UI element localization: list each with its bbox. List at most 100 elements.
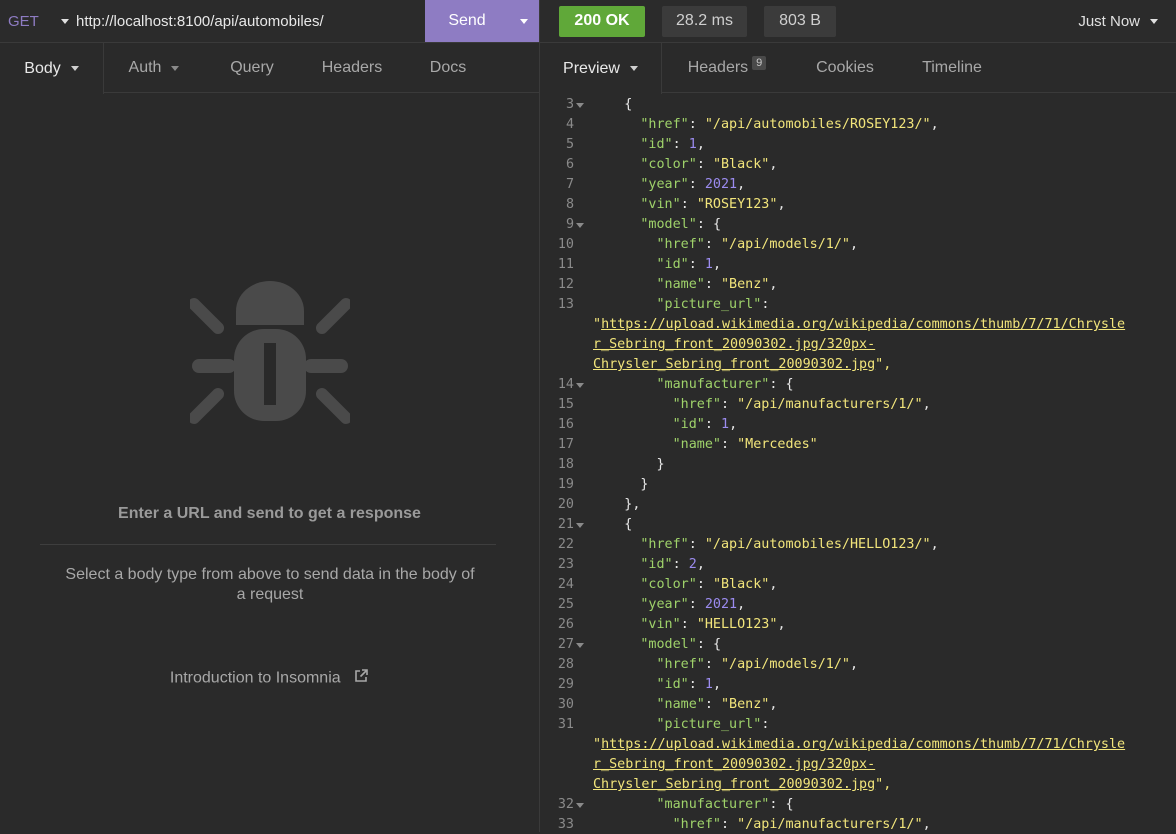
chevron-down-icon[interactable] — [509, 18, 539, 24]
response-tabs: Preview Headers 9 Cookies Timeline — [540, 43, 1176, 94]
code-url-text[interactable]: "https://upload.wikimedia.org/wikipedia/… — [593, 315, 1125, 335]
chevron-down-icon — [171, 65, 180, 71]
tab-timeline[interactable]: Timeline — [898, 43, 1006, 93]
code-text: "href": "/api/manufacturers/1/", — [672, 397, 931, 412]
code-text: "href": "/api/models/1/", — [656, 237, 859, 252]
send-button[interactable]: Send — [425, 0, 539, 42]
code-text: } — [640, 477, 649, 492]
code-url-text[interactable]: Chrysler_Sebring_front_20090302.jpg", — [593, 775, 891, 795]
response-history-dropdown[interactable]: Just Now — [1078, 0, 1158, 42]
code-text: "color": "Black", — [640, 577, 778, 592]
response-meta: 200 OK 28.2 ms 803 B Just Now — [540, 0, 1176, 42]
code-line: 31 "picture_url": — [540, 715, 1176, 735]
fold-toggle-icon[interactable] — [576, 383, 584, 388]
tab-auth-label: Auth — [128, 59, 162, 76]
code-text: { — [624, 97, 633, 112]
code-line: 15 "href": "/api/manufacturers/1/", — [540, 395, 1176, 415]
line-number: 5 — [565, 137, 574, 152]
request-pane: Body Auth Query Headers Docs Enter a URL… — [0, 42, 539, 832]
line-number: 30 — [557, 697, 574, 712]
code-text: "id": 2, — [640, 557, 705, 572]
code-url-text[interactable]: r_Sebring_front_20090302.jpg/320px- — [593, 755, 875, 775]
history-label: Just Now — [1078, 12, 1140, 30]
code-line: 30 "name": "Benz", — [540, 695, 1176, 715]
line-number: 9 — [565, 217, 574, 232]
line-number: 6 — [565, 157, 574, 172]
code-line: 24 "color": "Black", — [540, 575, 1176, 595]
tab-preview[interactable]: Preview — [540, 43, 662, 94]
code-line: 4 "href": "/api/automobiles/ROSEY123/", — [540, 115, 1176, 135]
line-number: 31 — [557, 717, 574, 732]
code-line: 7 "year": 2021, — [540, 175, 1176, 195]
line-number: 28 — [557, 657, 574, 672]
line-number: 13 — [557, 297, 574, 312]
method-select[interactable]: GET — [0, 0, 56, 42]
code-line: 29 "id": 1, — [540, 675, 1176, 695]
code-line: 18 } — [540, 455, 1176, 475]
intro-link-label: Introduction to Insomnia — [169, 669, 341, 687]
line-number: 26 — [557, 617, 574, 632]
code-text: "id": 1, — [640, 137, 705, 152]
chevron-down-icon — [629, 66, 638, 71]
tab-cookies[interactable]: Cookies — [792, 43, 898, 93]
tab-response-headers[interactable]: Headers 9 — [662, 43, 792, 93]
code-text: "href": "/api/models/1/", — [656, 657, 859, 672]
code-text: "manufacturer": { — [656, 797, 794, 812]
tab-headers[interactable]: Headers — [300, 43, 404, 93]
code-line: 17 "name": "Mercedes" — [540, 435, 1176, 455]
fold-toggle-icon[interactable] — [576, 803, 584, 808]
tab-docs[interactable]: Docs — [404, 43, 492, 93]
code-line: 20 }, — [540, 495, 1176, 515]
code-line: 27 "model": { — [540, 635, 1176, 655]
code-text: "vin": "HELLO123", — [640, 617, 786, 632]
chevron-down-icon — [1150, 18, 1158, 24]
tab-query[interactable]: Query — [204, 43, 300, 93]
code-text: "href": "/api/manufacturers/1/", — [672, 817, 931, 832]
tab-body[interactable]: Body — [0, 43, 104, 94]
code-line: "https://upload.wikimedia.org/wikipedia/… — [540, 735, 1176, 755]
line-number: 15 — [557, 397, 574, 412]
code-line: 32 "manufacturer": { — [540, 795, 1176, 815]
intro-link[interactable]: Introduction to Insomnia — [0, 668, 539, 689]
line-number: 22 — [557, 537, 574, 552]
bug-icon — [187, 273, 353, 433]
code-line: 11 "id": 1, — [540, 255, 1176, 275]
code-text: "vin": "ROSEY123", — [640, 197, 786, 212]
fold-toggle-icon[interactable] — [576, 523, 584, 528]
code-text: "picture_url": — [656, 717, 770, 732]
line-number: 12 — [557, 277, 574, 292]
code-url-text[interactable]: r_Sebring_front_20090302.jpg/320px- — [593, 335, 875, 355]
line-number: 7 — [565, 177, 574, 192]
fold-toggle-icon[interactable] — [576, 103, 584, 108]
url-input[interactable]: http://localhost:8100/api/automobiles/ — [74, 0, 425, 42]
line-number: 17 — [557, 437, 574, 452]
line-number: 29 — [557, 677, 574, 692]
code-line: 28 "href": "/api/models/1/", — [540, 655, 1176, 675]
code-text: "color": "Black", — [640, 157, 778, 172]
code-text: "year": 2021, — [640, 597, 746, 612]
empty-state-divider — [40, 544, 496, 545]
line-number: 33 — [557, 817, 574, 832]
empty-state-title: Enter a URL and send to get a response — [118, 505, 421, 522]
chevron-down-icon[interactable] — [56, 0, 74, 42]
code-text: "name": "Benz", — [656, 277, 778, 292]
code-line: 12 "name": "Benz", — [540, 275, 1176, 295]
code-url-text[interactable]: "https://upload.wikimedia.org/wikipedia/… — [593, 735, 1125, 755]
tab-preview-label: Preview — [563, 59, 620, 77]
code-text: "model": { — [640, 217, 721, 232]
code-line: 21 { — [540, 515, 1176, 535]
external-link-icon — [353, 668, 369, 689]
code-text: "name": "Benz", — [656, 697, 778, 712]
send-button-label: Send — [448, 12, 486, 29]
line-number: 20 — [557, 497, 574, 512]
tab-auth[interactable]: Auth — [104, 43, 204, 93]
fold-toggle-icon[interactable] — [576, 223, 584, 228]
chevron-down-icon — [70, 66, 79, 71]
code-line: 22 "href": "/api/automobiles/HELLO123/", — [540, 535, 1176, 555]
code-url-text[interactable]: Chrysler_Sebring_front_20090302.jpg", — [593, 355, 891, 375]
response-body-viewer[interactable]: 3 {4 "href": "/api/automobiles/ROSEY123/… — [540, 94, 1176, 834]
code-text: "id": 1, — [656, 677, 722, 692]
code-line: r_Sebring_front_20090302.jpg/320px- — [540, 755, 1176, 775]
fold-toggle-icon[interactable] — [576, 643, 584, 648]
code-text: "href": "/api/automobiles/ROSEY123/", — [640, 117, 939, 132]
